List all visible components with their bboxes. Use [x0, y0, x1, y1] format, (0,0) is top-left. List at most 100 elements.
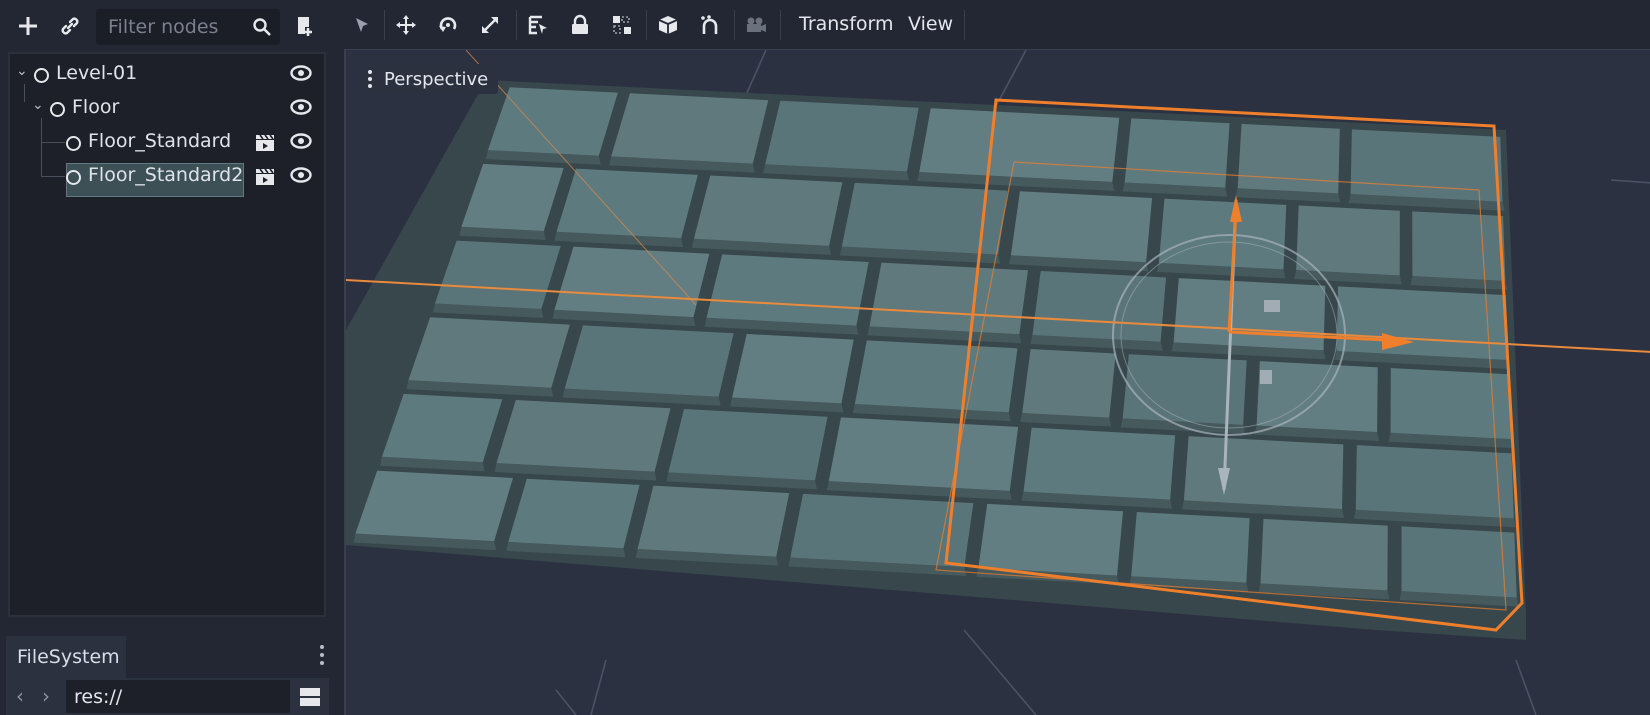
- scene-dock: ⌄ Level-01 ⌄ Floor Floor_Standard Floor_…: [0, 0, 333, 715]
- chevron-down-icon[interactable]: ⌄: [32, 97, 44, 113]
- camera-icon: [747, 17, 766, 32]
- select-icon: [356, 18, 368, 32]
- move-tool-button[interactable]: [388, 8, 424, 42]
- floor-tile: [637, 485, 790, 557]
- scene-toolbar: [0, 0, 333, 50]
- tree-item-label: Floor: [72, 96, 120, 118]
- floor-tile: [828, 417, 1019, 491]
- tab-filesystem[interactable]: FileSystem: [6, 636, 126, 678]
- node-circle-icon: [50, 102, 65, 117]
- eye-icon[interactable]: [290, 166, 312, 184]
- rotate-icon: [439, 17, 457, 32]
- rotate-tool-button[interactable]: [430, 8, 466, 42]
- tab-label: FileSystem: [17, 646, 120, 668]
- list-select-button[interactable]: [520, 8, 556, 42]
- lock-icon: [572, 14, 588, 34]
- tree-item-floor[interactable]: ⌄ Floor: [10, 91, 324, 125]
- floor-tile: [554, 246, 710, 318]
- floor-tile: [355, 470, 513, 542]
- camera-preview-button[interactable]: [738, 8, 774, 42]
- move-icon: [396, 15, 416, 35]
- node-circle-icon: [66, 136, 81, 151]
- scale-icon: [482, 17, 498, 33]
- toolbar-separator: [734, 10, 735, 40]
- menu-transform[interactable]: Transform: [799, 13, 894, 35]
- local-space-icon: [658, 16, 678, 34]
- floor-tile: [487, 87, 618, 156]
- select-tool-button[interactable]: [344, 8, 380, 42]
- floor-tile: [1183, 436, 1344, 509]
- plus-icon: [19, 17, 37, 35]
- search-icon: [253, 18, 271, 36]
- floor-tile: [496, 399, 671, 472]
- menu-view[interactable]: View: [908, 13, 953, 35]
- tree-item-level-01[interactable]: ⌄ Level-01: [10, 57, 324, 91]
- floor-tile: [1131, 512, 1250, 583]
- floor-tile: [1336, 286, 1509, 361]
- tree-item-floor-standard[interactable]: Floor_Standard: [10, 125, 324, 159]
- chevron-down-icon[interactable]: ⌄: [16, 63, 28, 79]
- tree-item-label: Floor_Standard: [88, 130, 232, 152]
- floor-tile: [408, 317, 570, 388]
- floor-tile: [556, 168, 698, 239]
- eye-icon[interactable]: [290, 64, 312, 82]
- floor-tile: [1401, 526, 1517, 598]
- viewport-toolbar: Transform View: [344, 0, 1650, 50]
- clapperboard-icon[interactable]: [254, 132, 276, 152]
- tree-item-label: Level-01: [56, 62, 138, 84]
- floor-tile: [1158, 198, 1287, 270]
- floor-tile: [508, 478, 640, 549]
- snap-button[interactable]: [692, 8, 728, 42]
- filesystem-path-bar: ‹ › res://: [6, 678, 329, 715]
- floor-tile: [1355, 445, 1514, 519]
- clapperboard-icon[interactable]: [254, 166, 276, 186]
- floor-tile: [765, 100, 919, 172]
- floor-tile: [1010, 191, 1153, 263]
- path-input[interactable]: res://: [66, 680, 290, 713]
- group-icon: [613, 16, 631, 34]
- floor-tile: [869, 262, 1028, 335]
- floor-tile: [564, 325, 734, 397]
- toolbar-separator: [964, 10, 965, 40]
- chevron-right-icon[interactable]: ›: [42, 684, 50, 708]
- group-button[interactable]: [604, 8, 640, 42]
- split-view-icon[interactable]: [299, 686, 321, 708]
- floor-tile: [1412, 211, 1506, 281]
- viewport-canvas[interactable]: [346, 50, 1650, 715]
- node-circle-icon: [66, 170, 81, 185]
- plane-handle[interactable]: [1260, 370, 1272, 384]
- list-select-icon: [528, 15, 547, 35]
- add-node-button[interactable]: [10, 8, 46, 44]
- floor-tile: [1260, 518, 1388, 591]
- floor-tile: [1237, 123, 1340, 194]
- floor-tile: [668, 408, 828, 481]
- floor-tile: [978, 503, 1124, 576]
- floor-tile: [1032, 270, 1167, 342]
- eye-icon[interactable]: [290, 98, 312, 116]
- floor-tile: [1350, 129, 1503, 202]
- kebab-menu-icon[interactable]: [319, 644, 325, 666]
- floor-tile: [611, 93, 769, 164]
- instance-scene-button[interactable]: [52, 8, 88, 44]
- lock-button[interactable]: [562, 8, 598, 42]
- floor-tile: [706, 254, 869, 326]
- link-icon: [61, 17, 79, 35]
- perspective-menu-button[interactable]: Perspective: [358, 64, 499, 94]
- chevron-left-icon[interactable]: ‹: [16, 684, 24, 708]
- floor-tile: [693, 175, 843, 246]
- plane-handle[interactable]: [1264, 300, 1280, 312]
- tree-item-floor-standard2[interactable]: Floor_Standard2: [10, 159, 324, 193]
- filter-nodes-field[interactable]: [96, 9, 280, 45]
- 3d-viewport[interactable]: Perspective: [344, 50, 1650, 715]
- toolbar-separator: [780, 10, 781, 40]
- node-circle-icon: [34, 68, 49, 83]
- local-space-button[interactable]: [650, 8, 686, 42]
- attach-script-button[interactable]: [286, 8, 322, 44]
- floor-tile: [1173, 278, 1326, 351]
- scale-tool-button[interactable]: [472, 8, 508, 42]
- eye-icon[interactable]: [290, 132, 312, 150]
- filter-nodes-input[interactable]: [106, 15, 246, 39]
- floor-tile: [732, 333, 854, 404]
- floor-tile: [434, 240, 561, 310]
- scene-tree: ⌄ Level-01 ⌄ Floor Floor_Standard Floor_…: [8, 52, 326, 617]
